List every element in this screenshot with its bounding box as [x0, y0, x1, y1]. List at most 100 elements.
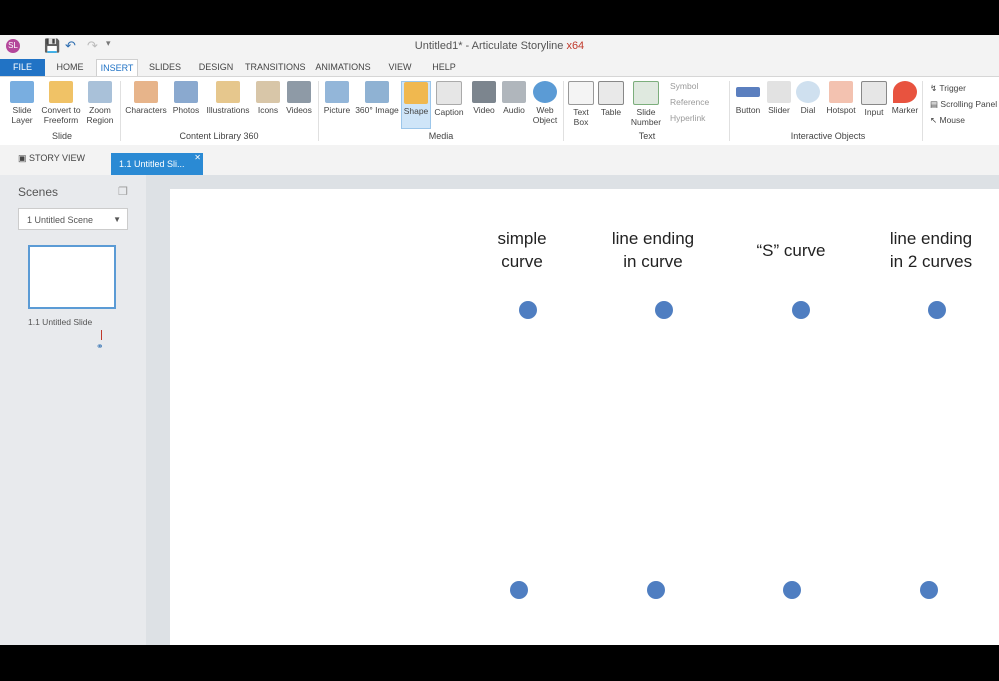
photo-icon: [174, 81, 198, 103]
title-bar: SL 💾 ↶ ↷ ▾ Untitled1* - Articulate Story…: [0, 35, 999, 59]
360-image-icon: [365, 81, 389, 103]
group-separator: [120, 81, 121, 141]
web-object-button[interactable]: Web Object: [530, 81, 560, 125]
icons-icon: [256, 81, 280, 103]
trigger-button[interactable]: ↯ Trigger: [930, 83, 966, 94]
text-box-button[interactable]: Text Box: [567, 81, 595, 127]
dial-button[interactable]: Dial: [795, 81, 821, 115]
video-icon: [472, 81, 496, 103]
picture-button[interactable]: Picture: [322, 81, 352, 115]
anchor-dot[interactable]: [519, 301, 537, 319]
caption-icon: [436, 81, 462, 105]
scene-dropdown[interactable]: 1 Untitled Scene ▼: [18, 208, 128, 230]
slide-group-label: Slide: [51, 131, 72, 141]
storyline-window: SL 💾 ↶ ↷ ▾ Untitled1* - Articulate Story…: [0, 35, 999, 645]
tab-file[interactable]: FILE: [0, 59, 45, 76]
slide-layer-button[interactable]: Slide Layer: [6, 81, 38, 125]
characters-button[interactable]: Characters: [124, 81, 168, 115]
caption-button[interactable]: Caption: [432, 81, 466, 117]
label-s-curve[interactable]: “S” curve: [736, 239, 846, 262]
slider-icon: [767, 81, 791, 103]
videos-button[interactable]: Videos: [284, 81, 314, 115]
reference-button[interactable]: Reference: [670, 97, 709, 107]
anchor-dot[interactable]: [920, 581, 938, 599]
dial-icon: [796, 81, 820, 103]
anchor-dot[interactable]: [647, 581, 665, 599]
close-icon[interactable]: ✕: [194, 147, 201, 169]
audio-icon: [502, 81, 526, 103]
zoom-region-button[interactable]: Zoom Region: [84, 81, 116, 125]
group-separator: [729, 81, 730, 141]
zoom-region-icon: [88, 81, 112, 103]
slide-number-button[interactable]: Slide Number: [627, 81, 665, 127]
button-icon: [736, 87, 760, 97]
scenes-title: Scenes: [18, 185, 59, 199]
tab-home[interactable]: HOME: [52, 59, 88, 76]
shape-icon: [404, 82, 428, 104]
anchor-dot[interactable]: [655, 301, 673, 319]
table-button[interactable]: Table: [597, 81, 625, 117]
table-icon: [598, 81, 624, 105]
collapse-panel-icon[interactable]: ❐: [118, 185, 128, 198]
link-icon: ⚭: [96, 341, 104, 351]
hyperlink-button[interactable]: Hyperlink: [670, 113, 705, 123]
marker-button[interactable]: Marker: [890, 81, 920, 115]
window-title: Untitled1* - Articulate Storyline x64: [414, 40, 585, 52]
video-button[interactable]: Video: [470, 81, 498, 115]
convert-freeform-button[interactable]: Convert to Freeform: [40, 81, 82, 125]
marker-icon: [893, 81, 917, 103]
hotspot-icon: [829, 81, 853, 103]
scrolling-panel-button[interactable]: ▤ Scrolling Panel: [930, 99, 997, 110]
360-image-button[interactable]: 360° Image: [354, 81, 400, 115]
picture-icon: [325, 81, 349, 103]
character-icon: [134, 81, 158, 103]
audio-button[interactable]: Audio: [500, 81, 528, 115]
group-separator: [563, 81, 564, 141]
tab-insert[interactable]: INSERT: [96, 59, 138, 77]
hotspot-button[interactable]: Hotspot: [824, 81, 858, 115]
document-tabs: ▣ STORY VIEW 1.1 Untitled Sli... ✕: [0, 145, 999, 175]
illustrations-button[interactable]: Illustrations: [204, 81, 252, 115]
mouse-button[interactable]: ↖ Mouse: [930, 115, 965, 126]
tab-help[interactable]: HELP: [428, 59, 460, 76]
tab-slides[interactable]: SLIDES: [146, 59, 184, 76]
photos-button[interactable]: Photos: [170, 81, 202, 115]
globe-icon: [533, 81, 557, 103]
freeform-icon: [49, 81, 73, 103]
anchor-dot[interactable]: [510, 581, 528, 599]
anchor-dot[interactable]: [783, 581, 801, 599]
tab-transitions[interactable]: TRANSITIONS: [245, 59, 306, 76]
input-icon: [861, 81, 887, 105]
symbol-button[interactable]: Symbol: [670, 81, 698, 91]
label-simple-curve[interactable]: simple curve: [472, 227, 572, 273]
icons-button[interactable]: Icons: [254, 81, 282, 115]
anchor-dot[interactable]: [928, 301, 946, 319]
media-group-label: Media: [428, 131, 454, 141]
story-view-tab[interactable]: ▣ STORY VIEW: [18, 153, 85, 164]
ribbon: Slide Layer Convert to Freeform Zoom Reg…: [0, 76, 999, 146]
input-button[interactable]: Input: [860, 81, 888, 117]
slider-button[interactable]: Slider: [765, 81, 793, 115]
video-library-icon: [287, 81, 311, 103]
tab-design[interactable]: DESIGN: [196, 59, 236, 76]
slide-canvas[interactable]: simple curve line ending in curve “S” curv…: [170, 189, 999, 645]
slide-thumbnail[interactable]: [28, 245, 116, 309]
shape-button[interactable]: Shape: [401, 81, 431, 129]
content-library-label: Content Library 360: [179, 131, 259, 141]
text-box-icon: [568, 81, 594, 105]
interactive-group-label: Interactive Objects: [790, 131, 866, 141]
label-line-ending-in-curve[interactable]: line ending in curve: [595, 227, 711, 273]
slide-thumbnail-label: 1.1 Untitled Slide: [28, 317, 93, 327]
anchor-dot[interactable]: [792, 301, 810, 319]
slide-tab[interactable]: 1.1 Untitled Sli... ✕: [111, 153, 203, 175]
text-group-label: Text: [638, 131, 656, 141]
slide-layer-icon: [10, 81, 34, 103]
button-tool-button[interactable]: Button: [733, 81, 763, 115]
tab-view[interactable]: VIEW: [384, 59, 416, 76]
group-separator: [318, 81, 319, 141]
label-line-ending-in-2-curves[interactable]: line ending in 2 curves: [867, 227, 995, 273]
ribbon-tabs: FILE HOME INSERT SLIDES DESIGN TRANSITIO…: [0, 59, 999, 77]
scenes-panel: Scenes ❐ 1 Untitled Scene ▼ 1.1 Untitled…: [0, 175, 146, 645]
tab-animations[interactable]: ANIMATIONS: [314, 59, 372, 76]
group-separator: [922, 81, 923, 141]
